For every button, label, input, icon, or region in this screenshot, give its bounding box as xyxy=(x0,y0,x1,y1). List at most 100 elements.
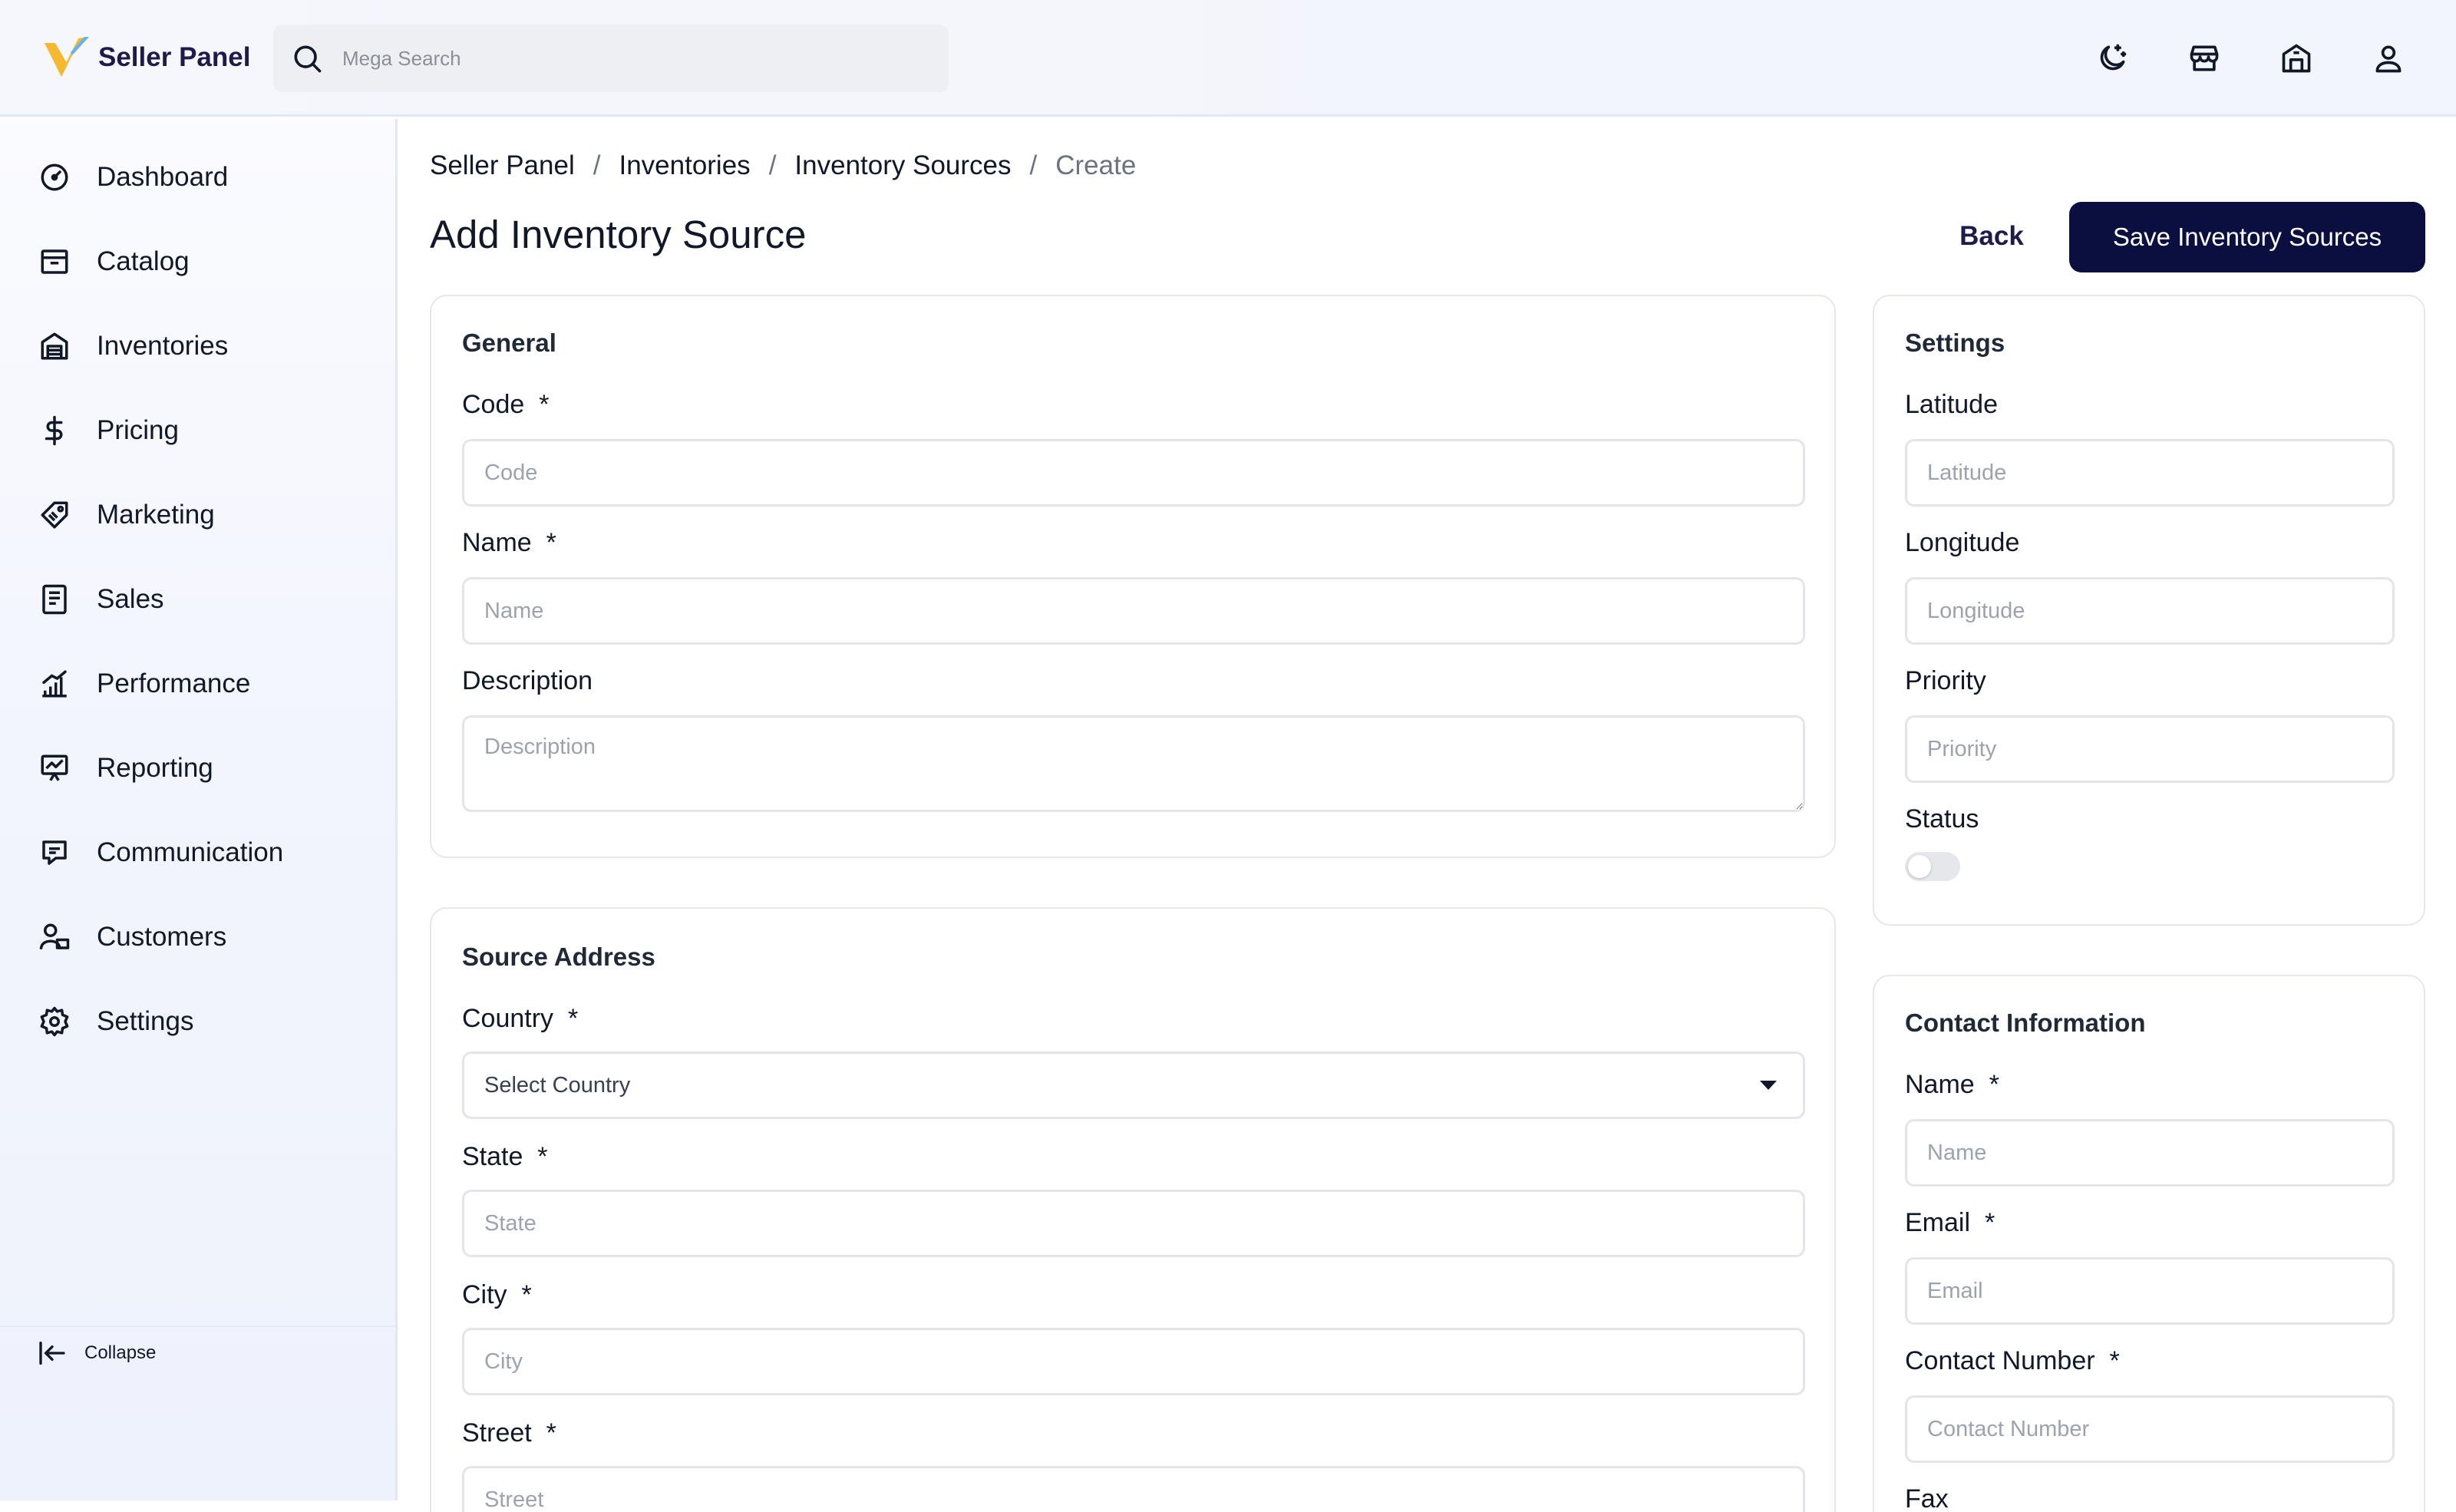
sidebar-item-performance[interactable]: Performance xyxy=(38,661,250,707)
breadcrumb-separator: / xyxy=(1029,150,1038,180)
name-label: Name * xyxy=(462,528,556,557)
communication-icon xyxy=(42,840,67,865)
tag-icon xyxy=(41,501,68,529)
search-icon xyxy=(294,45,322,73)
breadcrumb-seller-panel[interactable]: Seller Panel xyxy=(430,150,575,181)
user-icon[interactable] xyxy=(2369,38,2408,78)
top-header: Seller Panel xyxy=(0,0,2456,117)
general-card: General Code * Name * Description xyxy=(430,295,1836,858)
dashboard-icon xyxy=(41,163,68,191)
collapse-button[interactable]: Collapse xyxy=(37,1338,156,1368)
reporting-icon xyxy=(41,754,68,781)
sidebar-item-customers[interactable]: Customers xyxy=(38,914,226,960)
street-label: Street * xyxy=(462,1418,556,1448)
chevron-down-icon xyxy=(1760,1081,1777,1090)
back-button[interactable]: Back xyxy=(1942,206,2042,267)
street-input[interactable] xyxy=(462,1466,1805,1512)
warehouse-icon[interactable] xyxy=(2276,38,2316,78)
settings-title: Settings xyxy=(1905,328,2005,357)
sidebar-item-reporting[interactable]: Reporting xyxy=(38,745,213,791)
breadcrumb-separator: / xyxy=(768,150,777,180)
contact-name-label: Name * xyxy=(1905,1070,1999,1099)
city-input[interactable] xyxy=(462,1328,1805,1395)
sidebar-item-sales[interactable]: Sales xyxy=(38,576,164,622)
save-inventory-sources-button[interactable]: Save Inventory Sources xyxy=(2069,202,2425,272)
dollar-icon xyxy=(45,415,63,446)
priority-label: Priority xyxy=(1905,666,1986,695)
sidebar-item-label: Inventories xyxy=(97,331,229,361)
contact-information-title: Contact Information xyxy=(1905,1009,2146,1037)
state-input[interactable] xyxy=(462,1190,1805,1257)
catalog-icon xyxy=(41,249,68,274)
latitude-label: Latitude xyxy=(1905,390,1998,419)
collapse-icon xyxy=(39,1342,65,1365)
state-label: State * xyxy=(462,1142,548,1171)
status-label: Status xyxy=(1905,804,1979,834)
sidebar-item-label: Dashboard xyxy=(97,162,229,192)
sidebar-item-label: Catalog xyxy=(97,246,190,276)
sales-icon xyxy=(42,584,67,615)
source-address-title: Source Address xyxy=(462,943,655,971)
breadcrumb-create: Create xyxy=(1055,150,1137,180)
page-title: Add Inventory Source xyxy=(430,213,807,256)
mega-search[interactable] xyxy=(273,25,949,92)
sidebar-item-inventories[interactable]: Inventories xyxy=(38,323,228,369)
sidebar-item-label: Sales xyxy=(97,584,164,614)
search-input[interactable] xyxy=(342,46,880,71)
sidebar-item-settings[interactable]: Settings xyxy=(38,999,193,1045)
general-title: General xyxy=(462,328,556,357)
sidebar-item-pricing[interactable]: Pricing xyxy=(38,408,179,454)
inventories-icon xyxy=(41,332,68,360)
longitude-input[interactable] xyxy=(1905,577,2395,645)
sidebar-item-label: Settings xyxy=(97,1006,194,1036)
latitude-input[interactable] xyxy=(1905,439,2395,507)
contact-number-input[interactable] xyxy=(1905,1395,2395,1463)
brand-logo[interactable]: Seller Panel xyxy=(41,32,250,83)
email-input[interactable] xyxy=(1905,1257,2395,1325)
status-toggle[interactable] xyxy=(1905,852,1960,881)
sidebar-divider xyxy=(0,1325,398,1327)
country-label: Country * xyxy=(462,1004,579,1033)
sidebar-item-communication[interactable]: Communication xyxy=(38,830,283,876)
contact-number-label: Contact Number * xyxy=(1905,1346,2120,1375)
source-address-card: Source Address Country * Select Country … xyxy=(430,907,1836,1512)
sidebar-item-label: Communication xyxy=(97,837,284,867)
breadcrumb-inventory-sources[interactable]: Inventory Sources xyxy=(794,150,1011,181)
moon-icon[interactable] xyxy=(2092,38,2132,78)
code-input[interactable] xyxy=(462,439,1805,507)
sidebar-item-marketing[interactable]: Marketing xyxy=(38,492,215,538)
name-input[interactable] xyxy=(462,577,1805,645)
sidebar-item-catalog[interactable]: Catalog xyxy=(38,239,190,285)
collapse-label: Collapse xyxy=(84,1342,157,1363)
contact-name-input[interactable] xyxy=(1905,1119,2395,1187)
email-label: Email * xyxy=(1905,1208,1996,1237)
contact-information-card: Contact Information Name * Email * Conta… xyxy=(1873,975,2425,1512)
country-select-value: Select Country xyxy=(484,1072,631,1098)
city-label: City * xyxy=(462,1280,532,1309)
breadcrumb: Seller Panel / Inventories / Inventory S… xyxy=(430,150,1136,181)
performance-icon xyxy=(42,670,67,698)
sidebar-item-label: Reporting xyxy=(97,753,213,783)
storefront-icon[interactable] xyxy=(2184,38,2224,78)
sidebar-item-label: Performance xyxy=(97,669,251,698)
sidebar-item-label: Marketing xyxy=(97,500,215,530)
description-label: Description xyxy=(462,666,593,695)
breadcrumb-separator: / xyxy=(593,150,601,180)
logo-icon xyxy=(45,37,89,77)
gear-icon xyxy=(40,1006,69,1037)
priority-input[interactable] xyxy=(1905,715,2395,783)
description-textarea[interactable] xyxy=(462,715,1805,812)
fax-label: Fax xyxy=(1905,1484,1949,1512)
sidebar: Dashboard Catalog Inventories Pricing Ma… xyxy=(0,119,398,1500)
breadcrumb-inventories[interactable]: Inventories xyxy=(619,150,750,181)
code-label: Code * xyxy=(462,390,550,419)
sidebar-item-dashboard[interactable]: Dashboard xyxy=(38,154,228,200)
customers-icon xyxy=(39,923,70,949)
sidebar-item-label: Pricing xyxy=(97,415,179,445)
settings-card: Settings Latitude Longitude Priority Sta… xyxy=(1873,295,2425,926)
sidebar-item-label: Customers xyxy=(97,922,227,952)
brand-name: Seller Panel xyxy=(98,42,251,72)
status-toggle-knob xyxy=(1908,855,1931,878)
country-select[interactable]: Select Country xyxy=(462,1051,1805,1119)
longitude-label: Longitude xyxy=(1905,528,2020,557)
